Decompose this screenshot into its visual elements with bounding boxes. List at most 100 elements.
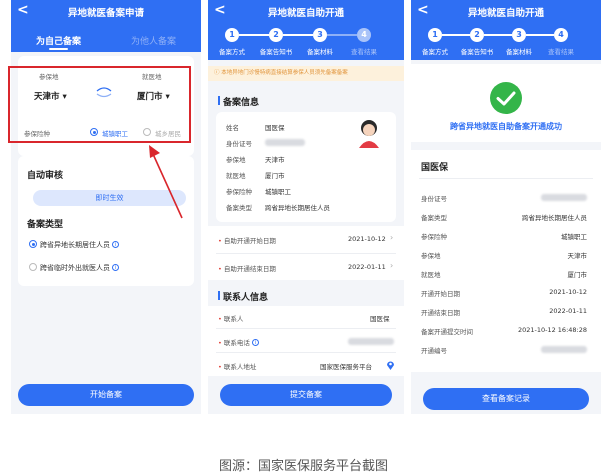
contact-value[interactable]: 国医保 (370, 313, 390, 323)
result-row-value-masked (541, 194, 587, 201)
result-row-value: 2021-10-12 (549, 288, 587, 296)
divider (216, 253, 396, 254)
long-term-resident-label: 跨省异地长期居住人员 (40, 241, 110, 249)
result-row-label: 就医地 (421, 271, 441, 279)
address-label: • 联系人地址 (218, 361, 256, 371)
auto-review-title: 自动审核 (27, 171, 64, 181)
result-row-label: 备案类型 (421, 214, 447, 222)
result-row-label: 身份证号 (421, 195, 447, 203)
step-3: 3 (512, 28, 526, 42)
step-label: 备案方式 (219, 48, 245, 56)
step-2: 2 (269, 28, 283, 42)
id-number-value (265, 139, 305, 146)
required-mark: • (218, 315, 222, 323)
result-row-label: 开通结束日期 (421, 309, 460, 317)
header: < 异地就医自助开通 1 2 3 4 备案方式 备案告知书 备案材料 查看结果 (208, 0, 404, 60)
result-row-label: 参保险种 (421, 233, 447, 241)
step-2: 2 (470, 28, 484, 42)
temporary-outbound-option[interactable]: 跨省临时外出就医人员 i (40, 263, 119, 273)
step-1: 1 (225, 28, 239, 42)
avatar (359, 120, 379, 148)
result-row-value: 天津市 (567, 252, 588, 260)
result-row-value-masked (541, 346, 587, 353)
start-date-value[interactable]: 2021-10-12 (348, 235, 386, 243)
record-type-title: 备案类型 (27, 220, 64, 230)
end-date-value[interactable]: 2022-01-11 (348, 263, 386, 271)
start-record-button[interactable]: 开始备案 (18, 384, 194, 406)
info-icon[interactable]: i (112, 264, 119, 271)
step-connector (239, 34, 269, 36)
step-3: 3 (313, 28, 327, 42)
step-connector (442, 34, 470, 36)
radio-temporary-outbound[interactable] (29, 263, 37, 271)
page-title: 异地就医备案申请 (67, 8, 144, 19)
insured-place-value: 天津市 (265, 156, 285, 164)
start-date-label: • 自助开通开始日期 (218, 235, 276, 245)
divider (419, 178, 593, 179)
long-term-resident-option[interactable]: 跨省异地长期居住人员 i (40, 240, 119, 250)
image-caption: 图源：国家医保服务平台截图 (218, 459, 388, 474)
treatment-place-label: 就医地 (226, 172, 246, 180)
phone-value[interactable] (348, 338, 394, 345)
result-detail-card: 国医保 (411, 150, 601, 372)
result-row-label: 备案开通提交时间 (421, 328, 473, 336)
tab-bar: 为自己备案 为他人备案 (11, 30, 201, 52)
page-title: 异地就医自助开通 (267, 8, 344, 19)
step-label: 备案方式 (422, 48, 448, 56)
pointer-arrow-icon (149, 145, 183, 219)
result-row-value: 2021-10-12 16:48:28 (517, 326, 587, 334)
id-number-label: 身份证号 (226, 140, 252, 148)
step-connector (283, 34, 313, 36)
step-connector (327, 34, 357, 36)
end-date-label: • 自助开通结束日期 (218, 263, 276, 273)
step-4: 4 (357, 28, 371, 42)
start-date-label-text: 自助开通开始日期 (223, 237, 276, 245)
result-row-value: 厦门市 (567, 271, 588, 279)
step-label: 查看结果 (351, 48, 377, 56)
header: < 异地就医自助开通 1 2 3 4 备案方式 备案告知书 备案材料 查看结果 (411, 0, 601, 60)
result-row-label: 参保地 (421, 252, 441, 260)
step-4: 4 (554, 28, 568, 42)
phone-label: • 联系电话 i (218, 337, 259, 347)
divider (216, 328, 396, 329)
name-label: 姓名 (226, 124, 239, 132)
radio-long-term-resident[interactable] (29, 240, 37, 248)
treatment-place-value: 厦门市 (265, 172, 285, 180)
result-row-value: 城镇职工 (561, 233, 587, 241)
address-value[interactable]: 国家医保服务平台 (320, 361, 372, 371)
tab-others[interactable]: 为他人备案 (106, 34, 201, 47)
result-row-label: 开通开始日期 (421, 290, 460, 298)
insurance-type-label: 参保险种 (226, 188, 252, 196)
record-type-value: 跨省异地长期居住人员 (265, 204, 330, 212)
name-value: 国医保 (265, 124, 285, 132)
phone-label-text: 联系电话 (223, 339, 250, 347)
step-label: 备案告知书 (259, 48, 293, 56)
result-row-label: 开通编号 (421, 347, 447, 355)
chevron-right-icon: › (390, 233, 394, 242)
tab-self[interactable]: 为自己备案 (11, 34, 106, 50)
end-date-label-text: 自助开通结束日期 (223, 265, 276, 273)
step-connector (526, 34, 554, 36)
contact-info-heading: 联系人信息 (217, 290, 268, 303)
info-icon[interactable]: i (251, 339, 259, 346)
record-type-label: 备案类型 (226, 204, 252, 212)
notice-text: 本地异地门诊慢特病直接结算参保人员须先备案备案 (221, 70, 348, 76)
location-pin-icon[interactable] (386, 360, 395, 370)
submit-record-button[interactable]: 提交备案 (220, 384, 392, 406)
insured-place-label: 参保地 (226, 156, 246, 164)
step-label: 备案材料 (506, 48, 532, 56)
divider (216, 352, 396, 353)
info-icon[interactable]: i (112, 241, 119, 248)
view-records-button[interactable]: 查看备案记录 (423, 388, 589, 410)
insurance-type-value: 城镇职工 (265, 188, 291, 196)
result-row-value: 2022-01-11 (549, 307, 587, 315)
self-service-form-screen: < 异地就医自助开通 1 2 3 4 备案方式 备案告知书 备案材料 查看结果 … (208, 0, 404, 414)
highlight-box (8, 66, 191, 143)
contact-label: • 联系人 (218, 313, 243, 323)
required-mark: • (218, 339, 222, 347)
header: < 异地就医备案申请 为自己备案 为他人备案 (11, 0, 201, 52)
step-1: 1 (428, 28, 442, 42)
step-label: 查看结果 (548, 48, 574, 56)
person-name: 国医保 (421, 163, 449, 173)
step-label: 备案告知书 (460, 48, 494, 56)
